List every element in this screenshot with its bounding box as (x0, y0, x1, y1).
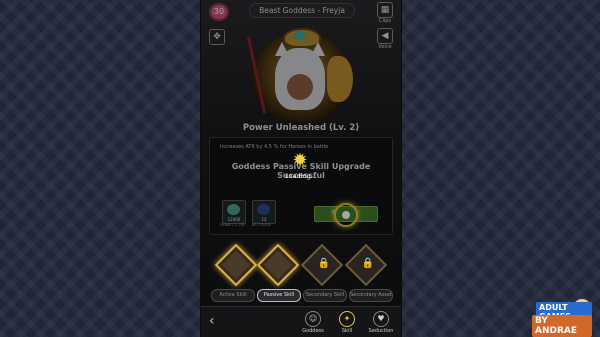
skill-tabs: Active Skill Passive Skill Secondary Ski… (209, 289, 393, 302)
tab-active-skill[interactable]: Active Skill (211, 289, 255, 302)
tab-secondary-asset[interactable]: Secondary Asset (349, 289, 393, 302)
nav-skill[interactable]: ✦ Skill (333, 311, 361, 334)
back-arrow-icon[interactable]: ‹ (209, 313, 215, 329)
blue-orb-icon (257, 204, 270, 215)
tap-indicator-ring (334, 203, 358, 227)
nav-goddess[interactable]: ☺ Goddess (299, 311, 327, 334)
skill-icon: ✦ (339, 311, 355, 327)
skill-slot-art (263, 250, 293, 280)
clips-label: Clips (378, 18, 392, 24)
nav-seduction-label: Seduction (368, 328, 394, 334)
expand-icon: ✥ (209, 29, 225, 45)
speaker-icon: ◀ (377, 28, 393, 44)
skill-slots: 🔒 🔒 (201, 243, 401, 287)
tab-secondary-skill[interactable]: Secondary Skill (303, 289, 347, 302)
gold-wing-ornament (327, 56, 353, 102)
seduction-icon: ♥ (373, 311, 389, 327)
watermark-logo: ADULT GAMES BY ANDRAE (532, 298, 592, 337)
heart-level-badge: 30 (209, 3, 229, 21)
heart-value: 30 (213, 7, 225, 16)
skill-description: Increases ATK by 4.5 % for Heroes in bat… (220, 144, 329, 150)
skill-title: Power Unleashed (Lv. 2) (242, 123, 360, 133)
skill-slot-1[interactable] (214, 243, 258, 287)
left-background-panel (0, 0, 200, 337)
resource-label: 54880 / 1.13B (220, 223, 245, 227)
goddess-name-title: Beast Goddess - Freyja (249, 3, 355, 18)
resource-amount: 12 (261, 217, 267, 222)
film-icon: ▦ (377, 2, 393, 18)
expand-button[interactable]: ✥ (209, 29, 225, 45)
resource-label: 80 / 32000 (252, 223, 271, 227)
goddess-portrait (239, 26, 363, 122)
skill-slot-art (221, 250, 251, 280)
nav-skill-label: Skill (341, 328, 353, 334)
watermark-box: ADULT GAMES BY ANDRAE (532, 298, 592, 337)
skill-slot-3[interactable]: 🔒 (300, 243, 344, 287)
loading-spinner-icon: ✹ (292, 150, 308, 171)
bottom-nav-bar: ‹ ☺ Goddess ✦ Skill ♥ Seduction (201, 306, 401, 337)
voice-button[interactable]: ◀ Voice (377, 28, 393, 50)
watermark-line2: BY ANDRAE (532, 315, 592, 337)
goddess-face (287, 74, 313, 100)
resource-slot-blue: 12 (252, 200, 276, 224)
skill-slot-2[interactable] (256, 243, 300, 287)
goddess-icon: ☺ (305, 311, 321, 327)
tab-passive-skill[interactable]: Passive Skill (257, 289, 301, 302)
resource-slot-green: 12000 (222, 200, 246, 224)
right-background-panel (400, 0, 600, 337)
crest-gem (294, 31, 306, 40)
nav-goddess-label: Goddess (302, 328, 324, 334)
lock-icon: 🔒 (317, 257, 331, 269)
voice-label: Voice (378, 44, 392, 50)
resource-amount: 12000 (227, 217, 241, 222)
clips-button[interactable]: ▦ Clips (377, 2, 393, 24)
skill-slot-4[interactable]: 🔒 (344, 243, 388, 287)
lock-icon: 🔒 (361, 257, 375, 269)
nav-seduction[interactable]: ♥ Seduction (367, 311, 395, 334)
game-viewport: 30 Beast Goddess - Freyja ▦ Clips ◀ Voic… (200, 0, 402, 337)
loading-text: Loading... (285, 172, 317, 180)
green-coin-icon (227, 204, 240, 215)
